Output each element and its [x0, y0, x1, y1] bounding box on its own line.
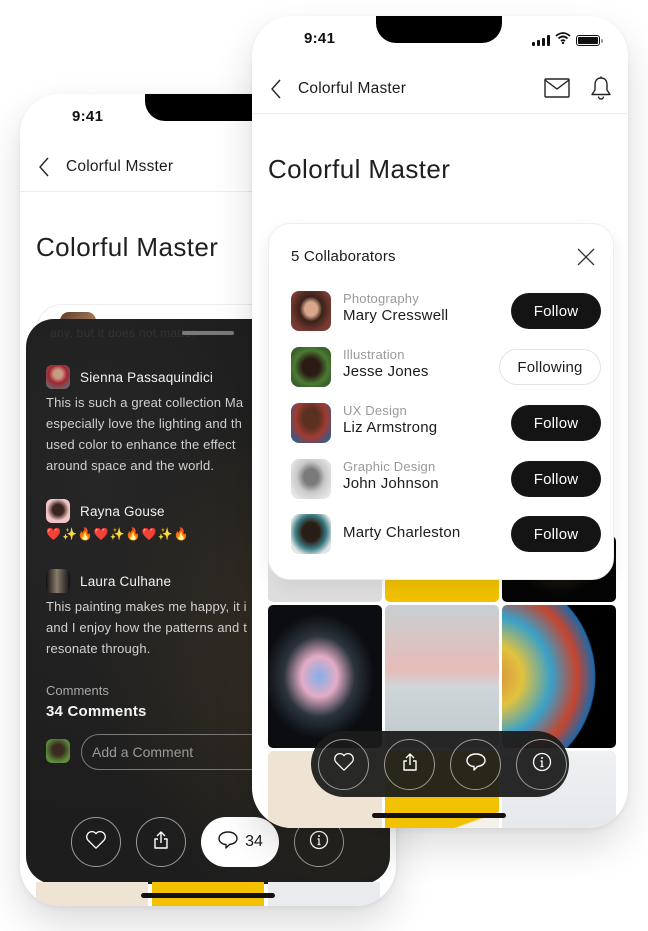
follow-button[interactable]: Follow — [511, 516, 601, 552]
battery-icon — [576, 34, 603, 46]
current-user-avatar — [46, 739, 70, 763]
gallery-tile — [36, 882, 148, 906]
share-button[interactable] — [136, 817, 186, 867]
floating-action-bar — [311, 731, 569, 797]
collaborator-row: Graphic Design John Johnson Follow — [291, 459, 601, 501]
nav-bar: Colorful Master — [252, 64, 628, 114]
mail-icon[interactable] — [544, 78, 570, 98]
avatar — [291, 514, 331, 554]
comments-button[interactable] — [450, 738, 501, 790]
collaborators-title: 5 Collaborators — [291, 248, 396, 265]
follow-button[interactable]: Follow — [511, 405, 601, 441]
comments-label: Comments — [46, 683, 109, 698]
front-phone-screen: 9:41 Colorful Master Colorful Master 5 C… — [252, 16, 628, 828]
avatar — [291, 347, 331, 387]
avatar — [46, 569, 70, 593]
avatar — [291, 291, 331, 331]
comment-author: Laura Culhane — [80, 573, 172, 589]
info-button[interactable] — [516, 738, 567, 790]
follow-button[interactable]: Follow — [511, 293, 601, 329]
collaborator-category: Graphic Design — [343, 459, 436, 474]
comments-count: 34 Comments — [46, 703, 147, 720]
share-icon — [401, 752, 419, 777]
avatar — [46, 499, 70, 523]
home-indicator — [141, 893, 275, 898]
back-chevron-icon[interactable] — [270, 78, 288, 100]
collaborator-name: Liz Armstrong — [343, 419, 438, 436]
avatar — [291, 403, 331, 443]
status-time: 9:41 — [304, 30, 336, 47]
collaborators-card: 5 Collaborators Photography Mary Cresswe… — [268, 223, 614, 580]
follow-button[interactable]: Follow — [511, 461, 601, 497]
sheet-drag-handle[interactable] — [182, 331, 234, 335]
avatar — [46, 365, 70, 389]
heart-icon — [85, 830, 107, 855]
comment-icon — [217, 830, 239, 855]
cellular-signal-icon — [532, 34, 550, 46]
info-icon — [309, 830, 329, 855]
share-button[interactable] — [384, 738, 435, 790]
close-icon[interactable] — [575, 246, 597, 268]
collaborator-name: John Johnson — [343, 475, 439, 492]
collaborator-row: Illustration Jesse Jones Following — [291, 347, 601, 389]
info-icon — [532, 752, 552, 777]
page-title: Colorful Master — [36, 232, 219, 262]
nav-title: Colorful Master — [298, 79, 407, 97]
status-time: 9:41 — [72, 108, 104, 125]
collaborator-name: Jesse Jones — [343, 363, 429, 380]
back-chevron-icon[interactable] — [38, 156, 56, 178]
collaborator-category: Photography — [343, 291, 419, 306]
nav-actions — [544, 76, 612, 100]
heart-icon — [333, 752, 355, 777]
nav-title: Colorful Msster — [66, 157, 174, 175]
page-title: Colorful Master — [268, 154, 451, 184]
faded-text: any, but it does not matter — [50, 326, 196, 340]
wifi-icon — [555, 31, 571, 49]
share-icon — [152, 830, 170, 855]
like-button[interactable] — [318, 738, 369, 790]
comment-icon — [465, 752, 487, 777]
home-indicator — [372, 813, 506, 818]
collaborator-category: UX Design — [343, 403, 407, 418]
collaborator-category: Illustration — [343, 347, 405, 362]
avatar — [291, 459, 331, 499]
collaborator-name: Mary Cresswell — [343, 307, 449, 324]
gallery-tile[interactable] — [385, 605, 499, 748]
status-icons — [532, 31, 603, 49]
collaborator-row: Marty Charleston Follow — [291, 514, 601, 556]
comment-author: Rayna Gouse — [80, 503, 165, 519]
comment-count: 34 — [245, 833, 263, 850]
like-button[interactable] — [71, 817, 121, 867]
gallery-tile[interactable] — [268, 605, 382, 748]
collaborator-row: Photography Mary Cresswell Follow — [291, 291, 601, 333]
bell-icon[interactable] — [590, 76, 612, 100]
gallery-tile[interactable] — [502, 605, 616, 748]
collaborator-name: Marty Charleston — [343, 524, 461, 541]
comment-author: Sienna Passaquindici — [80, 369, 214, 385]
collaborator-row: UX Design Liz Armstrong Follow — [291, 403, 601, 445]
following-button[interactable]: Following — [499, 349, 601, 385]
gallery-tile — [268, 882, 380, 906]
phone-notch — [376, 16, 502, 43]
